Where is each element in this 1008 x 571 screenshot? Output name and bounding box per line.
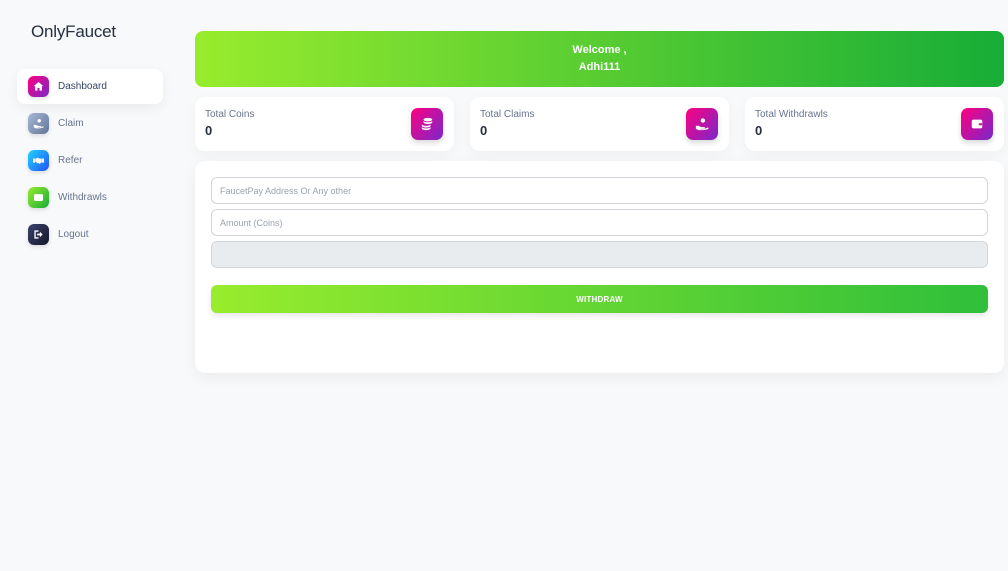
stat-value: 0: [205, 123, 213, 138]
sidebar-item-label: Logout: [58, 229, 89, 240]
sidebar-item-label: Refer: [58, 155, 83, 166]
stat-value: 0: [480, 123, 488, 138]
withdraw-button[interactable]: WITHDRAW: [211, 285, 988, 313]
stat-title: Total Claims: [480, 109, 535, 120]
captcha-field: [211, 241, 988, 268]
wallet-icon: [961, 108, 993, 140]
sidebar-item-dashboard[interactable]: Dashboard: [17, 69, 163, 104]
sidebar-item-label: Dashboard: [58, 81, 107, 92]
stat-card-total-withdrawls: Total Withdrawls 0: [745, 97, 1004, 151]
brand-logo[interactable]: OnlyFaucet: [31, 22, 116, 42]
home-icon: [28, 76, 49, 97]
sidebar-nav: Dashboard Claim Refer Withdrawls Logout: [17, 69, 163, 254]
stat-value: 0: [755, 123, 763, 138]
sidebar-item-label: Withdrawls: [58, 192, 107, 203]
hand-coin-icon: [28, 113, 49, 134]
stat-card-total-claims: Total Claims 0: [470, 97, 729, 151]
stat-card-total-coins: Total Coins 0: [195, 97, 454, 151]
handshake-icon: [28, 150, 49, 171]
hand-coin-icon: [686, 108, 718, 140]
withdraw-form-card: WITHDRAW: [195, 161, 1004, 373]
welcome-text: Welcome ,: [572, 44, 627, 56]
sidebar: OnlyFaucet Dashboard Claim Refer Withdra…: [0, 0, 180, 571]
wallet-icon: [28, 187, 49, 208]
stat-title: Total Withdrawls: [755, 109, 828, 120]
sidebar-item-refer[interactable]: Refer: [17, 143, 163, 178]
sidebar-item-logout[interactable]: Logout: [17, 217, 163, 252]
faucetpay-address-input[interactable]: [211, 177, 988, 204]
app-root: OnlyFaucet Dashboard Claim Refer Withdra…: [0, 0, 1008, 571]
stat-title: Total Coins: [205, 109, 255, 120]
sidebar-item-withdrawls[interactable]: Withdrawls: [17, 180, 163, 215]
welcome-banner: Welcome , Adhi111: [195, 31, 1004, 87]
amount-input[interactable]: [211, 209, 988, 236]
coins-icon: [411, 108, 443, 140]
sidebar-item-label: Claim: [58, 118, 84, 129]
welcome-username: Adhi111: [578, 61, 621, 73]
sidebar-item-claim[interactable]: Claim: [17, 106, 163, 141]
logout-icon: [28, 224, 49, 245]
